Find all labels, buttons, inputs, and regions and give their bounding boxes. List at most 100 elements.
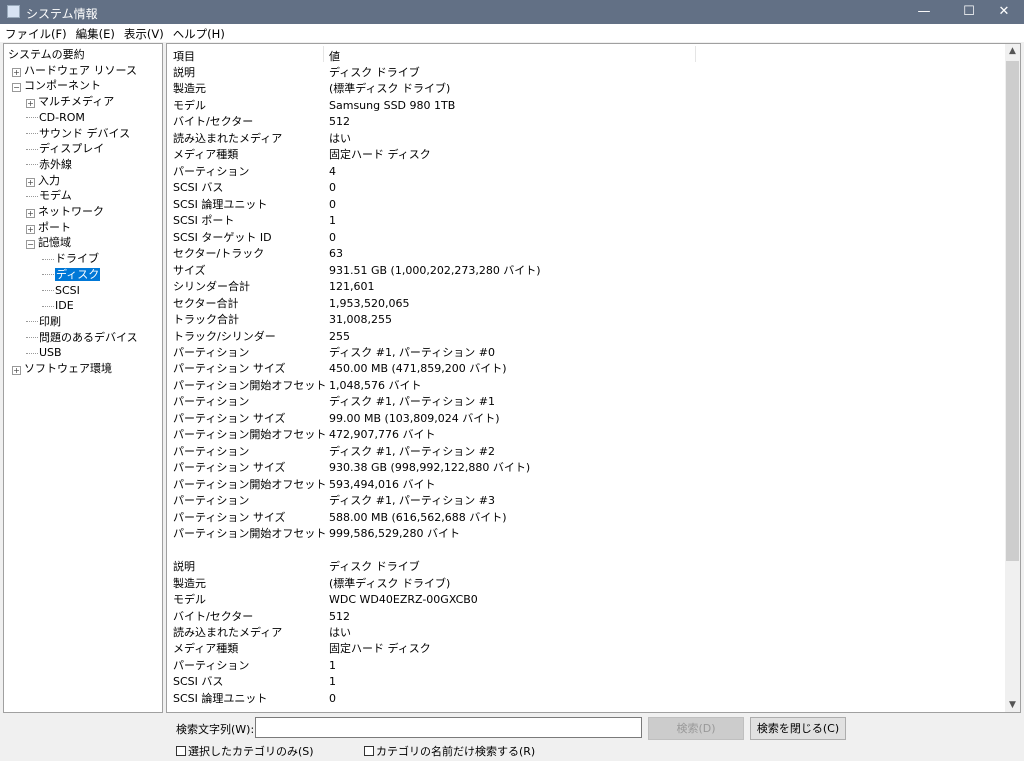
tree-item-label: サウンド デバイス xyxy=(39,126,131,140)
collapse-icon[interactable]: − xyxy=(26,240,35,250)
table-row[interactable]: パーティション開始オフセット 593,494,016 バイト xyxy=(167,477,1007,493)
tree-item[interactable]: + ポート xyxy=(26,220,71,235)
tree-item[interactable]: USB xyxy=(26,345,62,360)
vertical-scrollbar[interactable]: ▲ ▼ xyxy=(1005,44,1020,712)
menu-item[interactable]: 編集(E) xyxy=(71,24,119,42)
table-row[interactable]: SCSI 論理ユニット 0 xyxy=(167,197,1007,213)
column-divider[interactable] xyxy=(323,46,324,62)
table-row[interactable]: パーティション サイズ 588.00 MB (616,562,688 バイト) xyxy=(167,510,1007,526)
tree-item[interactable]: システムの要約 xyxy=(8,47,85,62)
table-row[interactable]: 読み込まれたメディア はい xyxy=(167,625,1007,641)
tree-item-label: ソフトウェア環境 xyxy=(24,362,112,375)
close-button[interactable]: ✕ xyxy=(984,0,1024,24)
menu-item[interactable]: ファイル(F) xyxy=(0,24,71,42)
item-cell: 読み込まれたメディア xyxy=(173,625,283,639)
table-row[interactable]: パーティション開始オフセット 1,048,576 バイト xyxy=(167,378,1007,394)
column-header-value[interactable]: 値 xyxy=(329,48,340,64)
table-row[interactable]: バイト/セクター 512 xyxy=(167,609,1007,625)
tree-item[interactable]: SCSI xyxy=(42,283,80,298)
table-row[interactable]: 説明 ディスク ドライブ xyxy=(167,559,1007,575)
table-row[interactable]: トラック合計 31,008,255 xyxy=(167,312,1007,328)
expand-icon[interactable]: + xyxy=(26,177,35,187)
tree-item[interactable]: CD-ROM xyxy=(26,110,85,125)
scrollbar-thumb[interactable] xyxy=(1006,61,1019,561)
table-row[interactable]: サイズ 931.51 GB (1,000,202,273,280 バイト) xyxy=(167,263,1007,279)
item-cell: パーティション サイズ xyxy=(173,510,286,524)
tree-item[interactable]: − 記憶域 xyxy=(26,235,71,250)
item-cell: パーティション xyxy=(173,658,250,672)
tree-item[interactable]: モデム xyxy=(26,188,72,203)
table-row[interactable]: パーティション開始オフセット 472,907,776 バイト xyxy=(167,427,1007,443)
tree-item[interactable]: + ネットワーク xyxy=(26,204,104,219)
table-row[interactable]: SCSI 論理ユニット 0 xyxy=(167,691,1007,707)
tree-item[interactable]: ディスク xyxy=(42,267,101,282)
checkbox-icon[interactable] xyxy=(176,746,186,756)
table-row[interactable]: パーティション開始オフセット 999,586,529,280 バイト xyxy=(167,526,1007,542)
table-row[interactable]: トラック/シリンダー 255 xyxy=(167,329,1007,345)
expand-icon[interactable]: + xyxy=(12,67,21,77)
checkbox-label: 選択したカテゴリのみ(S) xyxy=(188,745,314,758)
table-row[interactable]: SCSI バス 1 xyxy=(167,674,1007,690)
item-cell: パーティション xyxy=(173,494,250,508)
table-row[interactable]: メディア種類 固定ハード ディスク xyxy=(167,147,1007,163)
tree-item[interactable]: IDE xyxy=(42,298,74,313)
tree-item[interactable]: − コンポーネント xyxy=(12,78,101,93)
table-row[interactable]: パーティション サイズ 930.38 GB (998,992,122,880 バイ… xyxy=(167,460,1007,476)
table-row[interactable]: メディア種類 固定ハード ディスク xyxy=(167,641,1007,657)
selected-category-only-checkbox[interactable]: 選択したカテゴリのみ(S) xyxy=(176,743,314,759)
minimize-button[interactable]: — xyxy=(904,0,944,24)
column-divider[interactable] xyxy=(695,46,696,62)
collapse-icon[interactable]: − xyxy=(12,83,21,93)
scroll-up-icon[interactable]: ▲ xyxy=(1005,46,1020,56)
expand-icon[interactable]: + xyxy=(26,209,35,218)
table-row[interactable]: 説明 ディスク ドライブ xyxy=(167,65,1007,81)
search-input[interactable] xyxy=(255,717,642,738)
table-row[interactable]: パーティション ディスク #1, パーティション #1 xyxy=(167,394,1007,410)
tree-item[interactable]: + マルチメディア xyxy=(26,94,114,109)
tree-item[interactable]: ドライブ xyxy=(42,251,99,266)
table-row[interactable]: パーティション サイズ 450.00 MB (471,859,200 バイト) xyxy=(167,361,1007,377)
table-row[interactable]: バイト/セクター 512 xyxy=(167,114,1007,130)
category-names-only-checkbox[interactable]: カテゴリの名前だけ検索する(R) xyxy=(364,743,535,759)
menu-item[interactable]: 表示(V) xyxy=(119,24,168,42)
table-row[interactable]: シリンダー合計 121,601 xyxy=(167,279,1007,295)
table-row[interactable]: パーティション ディスク #1, パーティション #2 xyxy=(167,444,1007,460)
tree-item[interactable]: + ソフトウェア環境 xyxy=(12,361,112,376)
table-row[interactable]: SCSI バス 0 xyxy=(167,180,1007,196)
table-row[interactable]: パーティション ディスク #1, パーティション #3 xyxy=(167,493,1007,509)
table-row[interactable]: 製造元 (標準ディスク ドライブ) xyxy=(167,576,1007,592)
table-row[interactable]: SCSI ポート 1 xyxy=(167,213,1007,229)
table-row[interactable]: パーティション ディスク #1, パーティション #0 xyxy=(167,345,1007,361)
scroll-down-icon[interactable]: ▼ xyxy=(1005,700,1020,710)
maximize-button[interactable]: ☐ xyxy=(949,0,989,24)
table-row[interactable]: SCSI ターゲット ID 0 xyxy=(167,230,1007,246)
tree-item[interactable]: 印刷 xyxy=(26,314,61,329)
expand-icon[interactable]: + xyxy=(26,99,35,109)
tree-item[interactable]: 赤外線 xyxy=(26,157,72,172)
table-row[interactable]: 製造元 (標準ディスク ドライブ) xyxy=(167,81,1007,97)
tree-item[interactable]: 問題のあるデバイス xyxy=(26,330,138,345)
table-row[interactable]: モデル WDC WD40EZRZ-00GXCB0 xyxy=(167,592,1007,608)
value-cell: 1,048,576 バイト xyxy=(329,378,422,392)
table-row[interactable]: パーティション 4 xyxy=(167,164,1007,180)
table-row[interactable]: パーティション 1 xyxy=(167,658,1007,674)
table-row[interactable] xyxy=(167,543,1007,559)
table-row[interactable]: パーティション サイズ 99.00 MB (103,809,024 バイト) xyxy=(167,411,1007,427)
tree-item[interactable]: サウンド デバイス xyxy=(26,126,130,141)
tree-item[interactable]: ディスプレイ xyxy=(26,141,104,156)
tree-item[interactable]: + ハードウェア リソース xyxy=(12,63,137,78)
column-header-item[interactable]: 項目 xyxy=(173,48,195,64)
close-search-button[interactable]: 検索を閉じる(C) xyxy=(750,717,846,740)
tree-item[interactable]: + 入力 xyxy=(26,173,60,188)
menu-bar: ファイル(F) 編集(E) 表示(V) ヘルプ(H) xyxy=(0,24,1024,42)
find-button[interactable]: 検索(D) xyxy=(648,717,744,740)
table-row[interactable]: 読み込まれたメディア はい xyxy=(167,131,1007,147)
menu-item[interactable]: ヘルプ(H) xyxy=(168,24,229,42)
expand-icon[interactable]: + xyxy=(12,366,21,375)
table-row[interactable]: セクター/トラック 63 xyxy=(167,246,1007,262)
table-row[interactable]: モデル Samsung SSD 980 1TB xyxy=(167,98,1007,114)
item-cell: パーティション開始オフセット xyxy=(173,428,327,442)
checkbox-icon[interactable] xyxy=(364,746,374,756)
expand-icon[interactable]: + xyxy=(26,224,35,234)
table-row[interactable]: セクター合計 1,953,520,065 xyxy=(167,296,1007,312)
